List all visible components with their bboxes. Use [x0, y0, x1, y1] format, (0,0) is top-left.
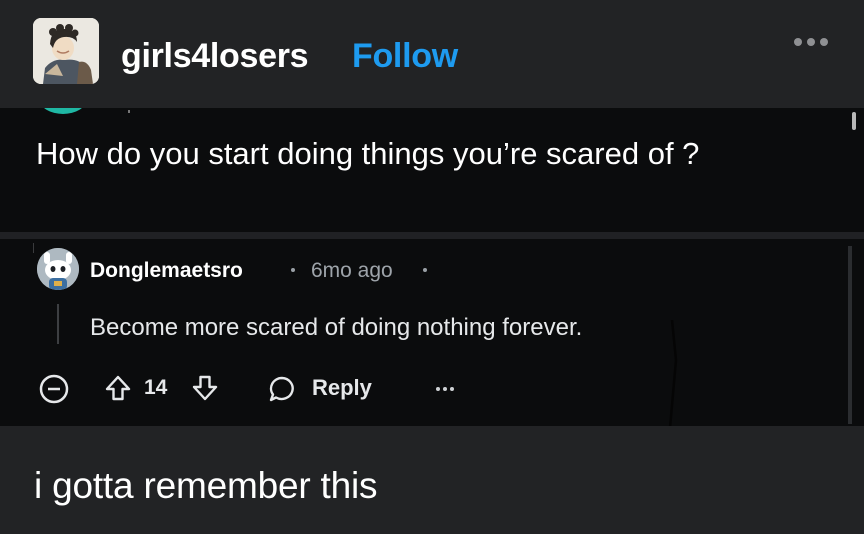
- embedded-screenshot: How do you start doing things you’re sca…: [0, 108, 864, 426]
- more-horizontal-icon[interactable]: [794, 38, 828, 46]
- collapse-icon[interactable]: [37, 372, 71, 406]
- comment-thread-line[interactable]: [57, 304, 59, 344]
- comment-timestamp: 6mo ago: [311, 259, 393, 282]
- comment-more-icon[interactable]: [436, 387, 454, 391]
- thread-rail: [33, 243, 34, 253]
- commenter-avatar[interactable]: [37, 248, 79, 290]
- post-header: girls4losers Follow: [0, 0, 864, 108]
- section-separator: [0, 232, 864, 239]
- downvote-icon[interactable]: [191, 374, 219, 402]
- upvote-icon[interactable]: [104, 374, 132, 402]
- snoo-avatar-icon: [37, 248, 79, 290]
- post-caption: i gotta remember this: [34, 465, 378, 506]
- teal-avatar-edge: [40, 108, 86, 114]
- follow-button[interactable]: Follow: [352, 36, 458, 76]
- right-edge-bar: [848, 246, 852, 424]
- meta-separator-dot: [423, 268, 427, 272]
- blog-username[interactable]: girls4losers: [121, 36, 309, 76]
- user-avatar-illustration-icon: [33, 18, 99, 84]
- comment-body: Become more scared of doing nothing fore…: [90, 314, 583, 341]
- reply-button[interactable]: Reply: [264, 370, 376, 406]
- scrollbar-thumb: [852, 112, 856, 130]
- pen-scribble-mark: [668, 320, 678, 426]
- comment-author[interactable]: Donglemaetsro: [90, 258, 243, 284]
- divider-mark: [128, 110, 130, 113]
- blog-avatar[interactable]: [33, 18, 99, 84]
- question-text: How do you start doing things you’re sca…: [36, 136, 700, 171]
- vote-count: 14: [144, 376, 168, 399]
- meta-separator-dot: [291, 268, 295, 272]
